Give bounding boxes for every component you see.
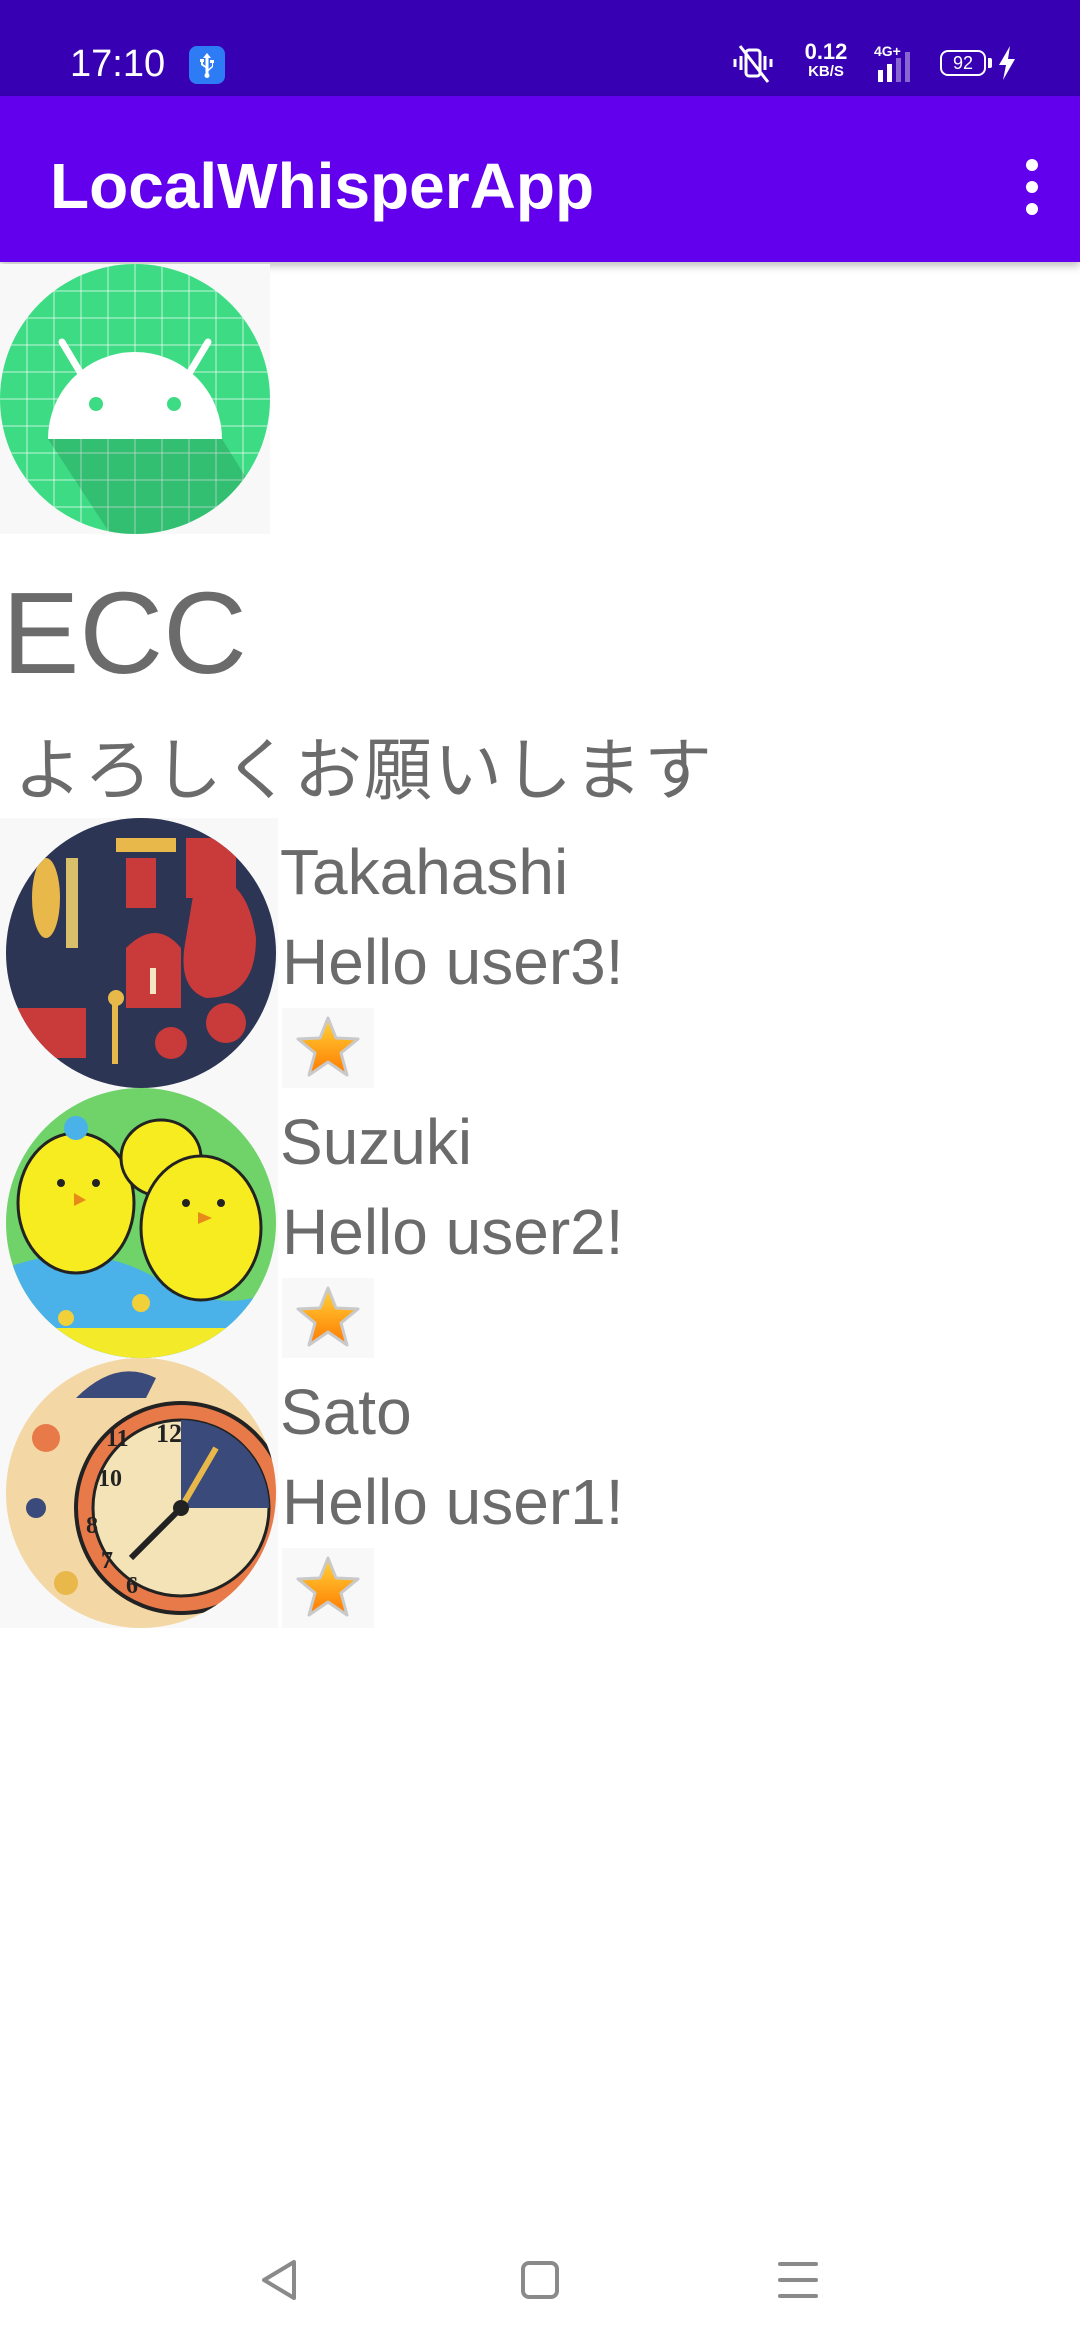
battery-cap bbox=[988, 58, 992, 68]
user-avatar: 12 10 11 7 8 6 bbox=[0, 1358, 278, 1628]
profile-avatar[interactable] bbox=[0, 264, 270, 534]
home-icon[interactable] bbox=[510, 2250, 570, 2310]
app-title: LocalWhisperApp bbox=[50, 150, 595, 222]
kitchen-utensils-avatar bbox=[6, 818, 276, 1088]
user-message: Hello user1! bbox=[282, 1466, 624, 1538]
user-message: Hello user3! bbox=[282, 926, 624, 998]
favorite-star-icon[interactable] bbox=[282, 1008, 374, 1088]
back-icon[interactable] bbox=[250, 2250, 310, 2310]
status-time: 17:10 bbox=[70, 43, 166, 85]
network-speed: 0.12 KB/S bbox=[798, 40, 854, 80]
charging-bolt-icon bbox=[999, 46, 1015, 80]
svg-text:11: 11 bbox=[106, 1426, 129, 1452]
menu-dot bbox=[1026, 159, 1038, 171]
app-bar: LocalWhisperApp bbox=[0, 96, 1080, 262]
svg-text:4G+: 4G+ bbox=[874, 43, 901, 59]
profile-message: よろしくお願いします bbox=[14, 733, 715, 809]
svg-text:8: 8 bbox=[86, 1513, 98, 1539]
more-vert-icon[interactable] bbox=[1002, 144, 1062, 230]
user-list-item[interactable]: Takahashi Hello user3! bbox=[0, 818, 1080, 1088]
status-indicators: 0.12 KB/S 4G+ 92 bbox=[700, 30, 1080, 100]
speed-value: 0.12 bbox=[804, 39, 848, 64]
favorite-star-icon[interactable] bbox=[282, 1278, 374, 1358]
user-name: Sato bbox=[280, 1376, 412, 1448]
user-name: Takahashi bbox=[280, 836, 569, 908]
svg-text:7: 7 bbox=[101, 1548, 113, 1574]
navigation-bar bbox=[0, 2210, 1080, 2340]
svg-text:6: 6 bbox=[126, 1573, 138, 1599]
user-avatar bbox=[0, 818, 278, 1088]
signal-icon: 4G+ bbox=[874, 43, 910, 82]
profile-name: ECC bbox=[2, 568, 247, 698]
user-message: Hello user2! bbox=[282, 1196, 624, 1268]
battery-icon: 92 bbox=[940, 50, 986, 76]
status-bar: 17:10 0.12 KB/S 4G+ 92 bbox=[0, 0, 1080, 96]
svg-text:12: 12 bbox=[156, 1419, 182, 1448]
android-icon bbox=[0, 264, 270, 534]
favorite-star-icon[interactable] bbox=[282, 1548, 374, 1628]
user-list-item[interactable]: Suzuki Hello user2! bbox=[0, 1088, 1080, 1358]
usb-icon bbox=[189, 46, 225, 84]
user-name: Suzuki bbox=[280, 1106, 473, 1178]
user-list-item[interactable]: 12 10 11 7 8 6 Sato Hello user1! bbox=[0, 1358, 1080, 1628]
chicks-avatar bbox=[6, 1088, 276, 1358]
menu-dot bbox=[1026, 203, 1038, 215]
menu-dot bbox=[1026, 181, 1038, 193]
vibrate-mute-icon bbox=[733, 45, 773, 83]
recents-icon[interactable] bbox=[768, 2250, 828, 2310]
clock-avatar: 12 10 11 7 8 6 bbox=[6, 1358, 276, 1628]
svg-text:10: 10 bbox=[98, 1466, 122, 1492]
user-avatar bbox=[0, 1088, 278, 1358]
speed-unit: KB/S bbox=[808, 63, 844, 80]
